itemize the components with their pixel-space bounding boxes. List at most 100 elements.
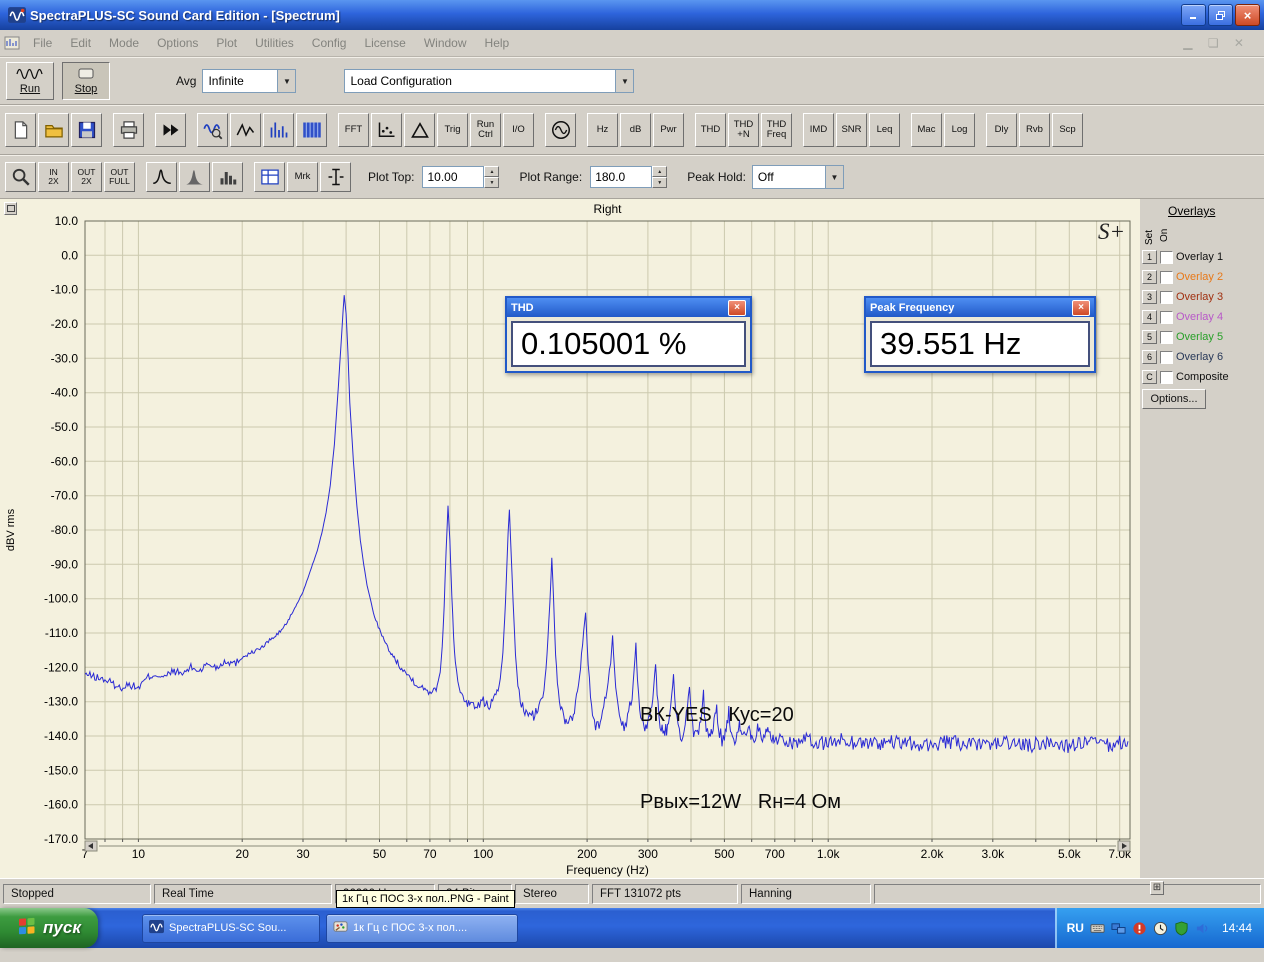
- close-button[interactable]: ×: [1235, 4, 1260, 26]
- marker-ibeam-button[interactable]: [320, 162, 351, 192]
- tray-alert-icon[interactable]: [1132, 921, 1147, 936]
- overlay-on-checkbox-4[interactable]: [1160, 311, 1173, 324]
- signal-generator-button[interactable]: [545, 113, 576, 147]
- overlay-on-checkbox-C[interactable]: [1160, 371, 1173, 384]
- thd-freq-button[interactable]: THD Freq: [761, 113, 792, 147]
- restore-button[interactable]: [1208, 4, 1233, 26]
- plot-range-spinner[interactable]: 180.0 ▲▼: [590, 166, 667, 188]
- tray-volume-icon[interactable]: [1195, 921, 1210, 936]
- overlay-on-checkbox-1[interactable]: [1160, 251, 1173, 264]
- spin-up-icon[interactable]: ▲: [652, 166, 667, 177]
- start-button[interactable]: пуск: [0, 908, 98, 948]
- thd-titlebar[interactable]: THD ×: [507, 298, 750, 317]
- taskbar-task-paint[interactable]: 1к Гц с ПОС 3-х пол....: [326, 914, 518, 943]
- rvb-button[interactable]: Rvb: [1019, 113, 1050, 147]
- leq-button[interactable]: Leq: [869, 113, 900, 147]
- overlay-set-button-4[interactable]: 4: [1142, 310, 1157, 324]
- thd-plus-n-button[interactable]: THD +N: [728, 113, 759, 147]
- overlay-set-button-1[interactable]: 1: [1142, 250, 1157, 264]
- menu-license[interactable]: License: [355, 31, 414, 55]
- io-button[interactable]: I/O: [503, 113, 534, 147]
- plot-range-spin-buttons[interactable]: ▲▼: [652, 166, 667, 188]
- db-button[interactable]: dB: [620, 113, 651, 147]
- mac-button[interactable]: Mac: [911, 113, 942, 147]
- load-configuration-dropdown[interactable]: Load Configuration ▼: [344, 69, 634, 93]
- overlay-set-button-6[interactable]: 6: [1142, 350, 1157, 364]
- peak-frequency-close-button[interactable]: ×: [1072, 300, 1090, 316]
- snr-button[interactable]: SNR: [836, 113, 867, 147]
- spin-down-icon[interactable]: ▼: [652, 177, 667, 188]
- trig-button[interactable]: Trig: [437, 113, 468, 147]
- run-button[interactable]: Run: [6, 62, 54, 100]
- delta-button[interactable]: [404, 113, 435, 147]
- menu-mode[interactable]: Mode: [100, 31, 148, 55]
- overlays-options-button[interactable]: Options...: [1142, 389, 1206, 409]
- overlay-on-checkbox-5[interactable]: [1160, 331, 1173, 344]
- stairs-button[interactable]: [371, 113, 402, 147]
- log-button[interactable]: Log: [944, 113, 975, 147]
- restore-icon: [1215, 10, 1226, 21]
- fft-button[interactable]: FFT: [338, 113, 369, 147]
- waveform-zoom-button[interactable]: [197, 113, 228, 147]
- spectrogram-button[interactable]: [296, 113, 327, 147]
- tray-network-icon[interactable]: [1111, 921, 1126, 936]
- plot-top-spinner[interactable]: 10.00 ▲▼: [422, 166, 499, 188]
- spectrum-lines-button[interactable]: [263, 113, 294, 147]
- menu-help[interactable]: Help: [476, 31, 519, 55]
- bars-histogram-button[interactable]: [212, 162, 243, 192]
- thd-close-button[interactable]: ×: [728, 300, 746, 316]
- print-button[interactable]: [113, 113, 144, 147]
- plot-expand-button[interactable]: ⊞: [1150, 881, 1164, 895]
- dly-button[interactable]: Dly: [986, 113, 1017, 147]
- overlay-label-6: Overlay 6: [1176, 351, 1223, 363]
- open-folder-button[interactable]: [38, 113, 69, 147]
- load-configuration-value: Load Configuration: [345, 74, 615, 88]
- save-button[interactable]: [71, 113, 102, 147]
- stop-button[interactable]: Stop: [62, 62, 110, 100]
- fast-forward-button[interactable]: [155, 113, 186, 147]
- menu-window[interactable]: Window: [415, 31, 476, 55]
- spin-down-icon[interactable]: ▼: [484, 177, 499, 188]
- mrk-button[interactable]: Mrk: [287, 162, 318, 192]
- filled-curve-button[interactable]: [179, 162, 210, 192]
- peak-frequency-titlebar[interactable]: Peak Frequency ×: [866, 298, 1094, 317]
- menu-utilities[interactable]: Utilities: [246, 31, 303, 55]
- new-file-button[interactable]: [5, 113, 36, 147]
- run-ctrl-button[interactable]: Run Ctrl: [470, 113, 501, 147]
- avg-dropdown[interactable]: Infinite ▼: [202, 69, 296, 93]
- keyboard-icon[interactable]: [1090, 921, 1105, 936]
- overlay-on-checkbox-6[interactable]: [1160, 351, 1173, 364]
- zoom-out-2x-button[interactable]: OUT2X: [71, 162, 102, 192]
- spin-up-icon[interactable]: ▲: [484, 166, 499, 177]
- menu-options[interactable]: Options: [148, 31, 207, 55]
- overlay-on-checkbox-2[interactable]: [1160, 271, 1173, 284]
- plot-corner-button[interactable]: [4, 202, 17, 215]
- scp-button[interactable]: Scp: [1052, 113, 1083, 147]
- magnifier-button[interactable]: [5, 162, 36, 192]
- waveform-button[interactable]: [230, 113, 261, 147]
- overlay-set-button-2[interactable]: 2: [1142, 270, 1157, 284]
- tray-shield-icon[interactable]: [1174, 921, 1189, 936]
- menu-config[interactable]: Config: [303, 31, 356, 55]
- peak-curve-button[interactable]: [146, 162, 177, 192]
- language-indicator[interactable]: RU: [1067, 921, 1084, 935]
- grid-table-button[interactable]: [254, 162, 285, 192]
- imd-button[interactable]: IMD: [803, 113, 834, 147]
- taskbar-task-spectraplus[interactable]: SpectraPLUS-SC Sou...: [142, 914, 320, 943]
- thd-button[interactable]: THD: [695, 113, 726, 147]
- peak-hold-dropdown[interactable]: Off ▼: [752, 165, 844, 189]
- plot-top-spin-buttons[interactable]: ▲▼: [484, 166, 499, 188]
- zoom-in-2x-button[interactable]: IN2X: [38, 162, 69, 192]
- menu-file[interactable]: File: [24, 31, 61, 55]
- overlay-set-button-3[interactable]: 3: [1142, 290, 1157, 304]
- zoom-out-full-button[interactable]: OUTFULL: [104, 162, 135, 192]
- pwr-button[interactable]: Pwr: [653, 113, 684, 147]
- tray-clock-icon[interactable]: [1153, 921, 1168, 936]
- menu-plot[interactable]: Plot: [207, 31, 246, 55]
- overlay-on-checkbox-3[interactable]: [1160, 291, 1173, 304]
- overlay-set-button-C[interactable]: C: [1142, 370, 1157, 384]
- hz-button[interactable]: Hz: [587, 113, 618, 147]
- minimize-button[interactable]: [1181, 4, 1206, 26]
- menu-edit[interactable]: Edit: [61, 31, 100, 55]
- overlay-set-button-5[interactable]: 5: [1142, 330, 1157, 344]
